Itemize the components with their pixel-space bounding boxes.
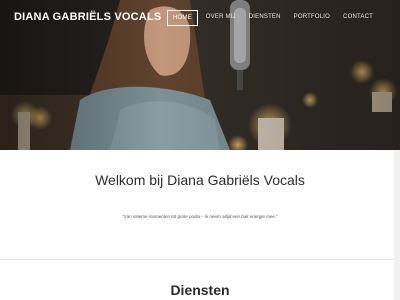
- nav-home[interactable]: HOME: [166, 10, 198, 26]
- section-divider: [0, 259, 400, 260]
- nav-over-mij[interactable]: OVER MIJ: [201, 10, 241, 26]
- site-brand[interactable]: DIANA GABRIËLS VOCALS: [14, 11, 161, 23]
- nav-portfolio[interactable]: PORTFOLIO: [289, 10, 335, 26]
- nav-contact[interactable]: CONTACT: [338, 10, 378, 26]
- services-heading: Diensten: [170, 282, 230, 298]
- top-navbar: DIANA GABRIËLS VOCALS HOME OVER MIJ DIEN…: [0, 0, 400, 36]
- page-scrollbar[interactable]: [394, 150, 400, 300]
- welcome-heading: Welkom bij Diana Gabriëls Vocals: [95, 172, 305, 188]
- hero-banner: DIANA GABRIËLS VOCALS HOME OVER MIJ DIEN…: [0, 0, 400, 150]
- nav-diensten[interactable]: DIENSTEN: [244, 10, 286, 26]
- main-nav: HOME OVER MIJ DIENSTEN PORTFOLIO CONTACT: [164, 10, 378, 26]
- intro-quote: “Van intieme momenten tot grote podia – …: [122, 214, 278, 219]
